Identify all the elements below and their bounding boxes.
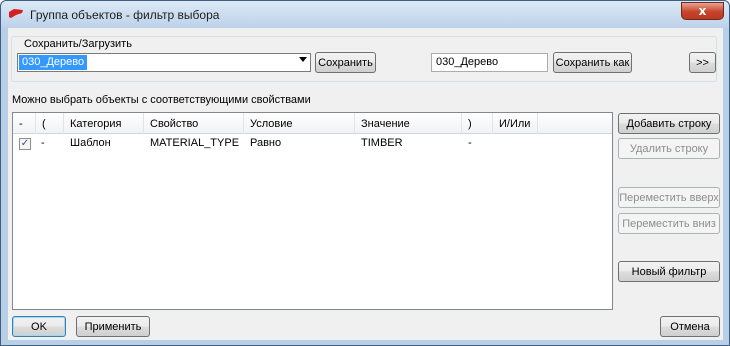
cancel-button[interactable]: Отмена [660,316,720,337]
window-title: Группа объектов - фильтр выбора [30,8,220,22]
filter-select[interactable]: 030_Дерево [17,53,311,72]
save-button[interactable]: Сохранить [315,52,376,73]
table-row[interactable]: ✓ - Шаблон MATERIAL_TYPE Равно TIMBER - [13,135,612,154]
hint-text: Можно выбрать объекты с соответствующими… [12,94,311,106]
close-icon: x [698,4,707,18]
row-close-paren-cell: - [468,137,472,149]
row-value-cell: TIMBER [361,137,403,149]
column-header-open-paren[interactable]: ( [36,113,64,134]
row-checkbox[interactable]: ✓ [19,138,31,150]
conditions-table[interactable]: - ( Категория Свойство Условие Значение … [12,112,613,310]
red-flag-icon [9,9,23,18]
move-down-button[interactable]: Переместить вниз [618,213,720,234]
column-header-close-paren[interactable]: ) [462,113,493,134]
row-condition-cell: Равно [250,137,282,149]
column-header-condition[interactable]: Условие [244,113,355,134]
row-category-cell: Шаблон [70,137,111,149]
expand-button[interactable]: >> [689,52,716,73]
column-header-category[interactable]: Категория [64,113,144,134]
save-as-button[interactable]: Сохранить как [553,52,632,73]
new-filter-button[interactable]: Новый фильтр [618,261,720,282]
row-dash-cell: - [41,137,45,149]
save-load-group: Сохранить/Загрузить 030_Дерево Сохранить… [11,36,717,82]
close-button[interactable]: x [681,2,724,20]
save-as-name-input[interactable]: 030_Дерево [431,53,548,72]
delete-row-button[interactable]: Удалить строку [618,138,720,159]
column-header-value[interactable]: Значение [355,113,462,134]
column-header-dash[interactable]: - [13,113,36,134]
title-bar[interactable]: Группа объектов - фильтр выбора x [1,1,729,28]
apply-button[interactable]: Применить [76,316,150,337]
add-row-button[interactable]: Добавить строку [618,113,720,134]
checkmark-icon: ✓ [20,138,30,149]
row-property-cell: MATERIAL_TYPE [150,137,240,149]
move-up-button[interactable]: Переместить вверх [618,187,720,208]
filter-select-value: 030_Дерево [19,55,88,70]
dialog-client-area: Сохранить/Загрузить 030_Дерево Сохранить… [8,28,723,340]
column-header-property[interactable]: Свойство [144,113,244,134]
save-load-group-label: Сохранить/Загрузить [21,38,135,50]
ok-button[interactable]: OK [12,316,66,337]
table-header: - ( Категория Свойство Условие Значение … [13,113,612,134]
dropdown-arrow-icon[interactable] [299,57,307,62]
dialog-window: Группа объектов - фильтр выбора x Сохран… [0,0,730,346]
column-header-and-or[interactable]: И/Или [493,113,538,134]
